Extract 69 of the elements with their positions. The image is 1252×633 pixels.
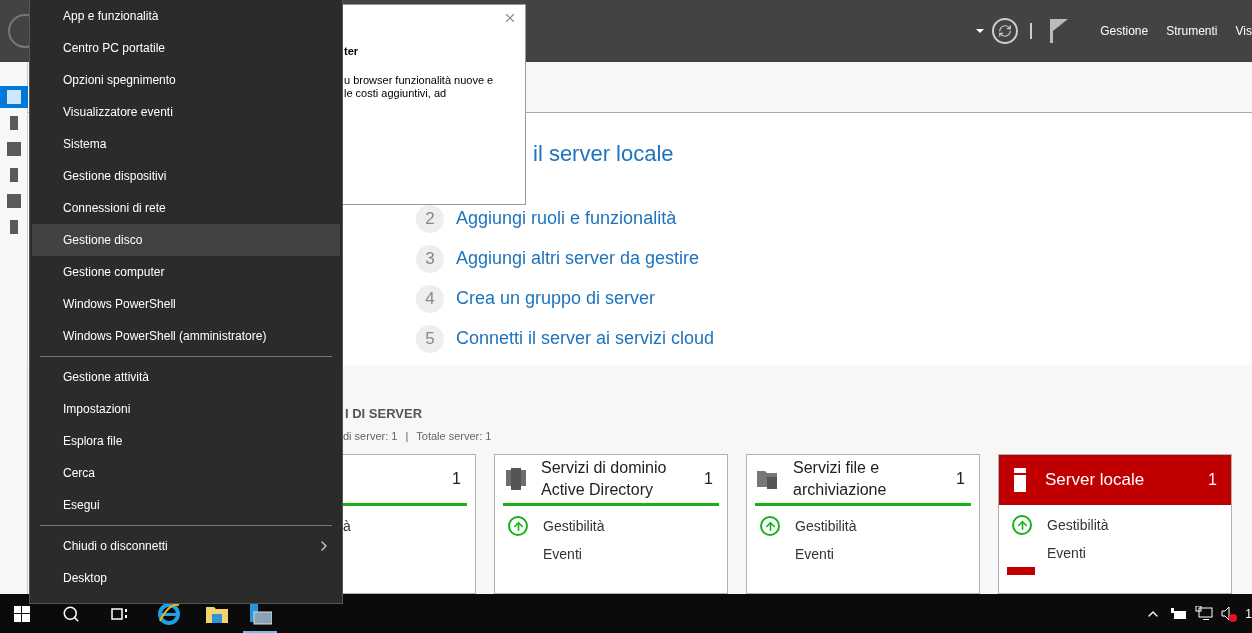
menu-item[interactable]: Gestione attività (32, 361, 340, 393)
status-up-icon (508, 516, 528, 536)
close-icon[interactable] (503, 11, 517, 25)
card-row-link[interactable]: Eventi (543, 543, 582, 565)
card-count: 1 (1208, 470, 1218, 490)
server-total: Totale server: 1 (416, 428, 492, 444)
menu-item[interactable]: Gestione dispositivi (32, 160, 340, 192)
menu-item[interactable]: Windows PowerShell (amministratore) (32, 320, 340, 352)
section-heading: I DI SERVER (345, 405, 423, 421)
card-count: 1 (956, 469, 966, 489)
refresh-icon[interactable] (992, 18, 1019, 44)
menu-item[interactable]: Esplora file (32, 425, 340, 457)
popup-text: u browser funzionalità nuove e (344, 73, 495, 87)
server-summary: di server: 1 (343, 428, 398, 444)
browser-icon[interactable] (158, 602, 180, 625)
card-title: Server locale (1045, 469, 1146, 491)
flag-icon[interactable] (1050, 19, 1069, 43)
menu-item[interactable]: Connessioni di rete (32, 192, 340, 224)
step-link[interactable]: Aggiungi altri server da gestire (456, 245, 700, 273)
windows-start-icon[interactable] (14, 605, 30, 622)
card-row-link[interactable]: à (343, 515, 351, 537)
role-card[interactable]: Servizi file e archiviazione 1 Gestibilità Eventi (746, 454, 980, 594)
muted-speaker-icon[interactable] (1221, 605, 1238, 622)
step-number: 2 (416, 204, 444, 233)
quick-start-title: il server locale (532, 139, 675, 168)
card-row-link[interactable]: Eventi (795, 543, 834, 565)
card-row-link[interactable]: Gestibilità (795, 515, 857, 537)
step-number: 3 (416, 244, 444, 273)
card-row-link[interactable]: Gestibilità (543, 515, 605, 537)
menu-item[interactable]: Centro PC portatile (32, 32, 340, 64)
network-icon[interactable] (1195, 605, 1214, 622)
popup-text: le costi aggiuntivi, ad (344, 86, 448, 100)
step-link[interactable]: Crea un gruppo di server (456, 285, 656, 313)
step-link[interactable]: Aggiungi ruoli e funzionalità (456, 205, 677, 233)
card-title: Servizi file e archiviazione (793, 458, 888, 500)
directory-icon (506, 468, 526, 490)
clock-text[interactable]: 1 (1245, 604, 1252, 623)
folder-icon (757, 469, 779, 489)
search-icon[interactable] (62, 604, 80, 623)
step-number: 4 (416, 284, 444, 313)
menu-item[interactable]: Gestione (1100, 22, 1149, 40)
status-up-icon (760, 516, 780, 536)
dropdown-caret-icon[interactable] (976, 29, 985, 33)
menu-item[interactable]: Windows PowerShell (32, 288, 340, 320)
menu-item[interactable]: Strumenti (1166, 22, 1218, 40)
card-row-link[interactable]: Eventi (1047, 542, 1086, 564)
card-row-link[interactable]: Gestibilità (1047, 514, 1109, 536)
menu-item[interactable]: Opzioni spegnimento (32, 64, 340, 96)
card-count: 1 (704, 469, 714, 489)
status-up-icon (1012, 515, 1032, 535)
role-card[interactable]: Servizi di dominio Active Directory 1 Gestibilità Eventi (494, 454, 728, 594)
folder-icon[interactable] (206, 604, 228, 623)
card-title: Servizi di dominio Active Directory (541, 458, 668, 500)
role-card[interactable]: Server locale 1 Gestibilità Eventi (998, 454, 1232, 594)
menu-item[interactable]: Impostazioni (32, 393, 340, 425)
popup-title: ter (344, 44, 360, 59)
task-view-icon[interactable] (110, 605, 128, 622)
menu-item[interactable]: Gestione computer (32, 256, 340, 288)
sidebar-item[interactable] (0, 86, 28, 108)
step-number: 5 (416, 324, 444, 353)
separator-text: | (405, 428, 409, 444)
menu-item[interactable]: Sistema (32, 128, 340, 160)
menu-item[interactable]: Vis (1235, 22, 1252, 40)
battery-icon[interactable] (1171, 607, 1188, 620)
step-link[interactable]: Connetti il server ai servizi cloud (456, 325, 715, 353)
menu-item[interactable]: Gestione disco (32, 224, 340, 256)
card-count: 1 (452, 469, 462, 489)
menu-item[interactable]: App e funzionalità (32, 0, 340, 32)
menu-item[interactable]: Visualizzatore eventi (32, 96, 340, 128)
